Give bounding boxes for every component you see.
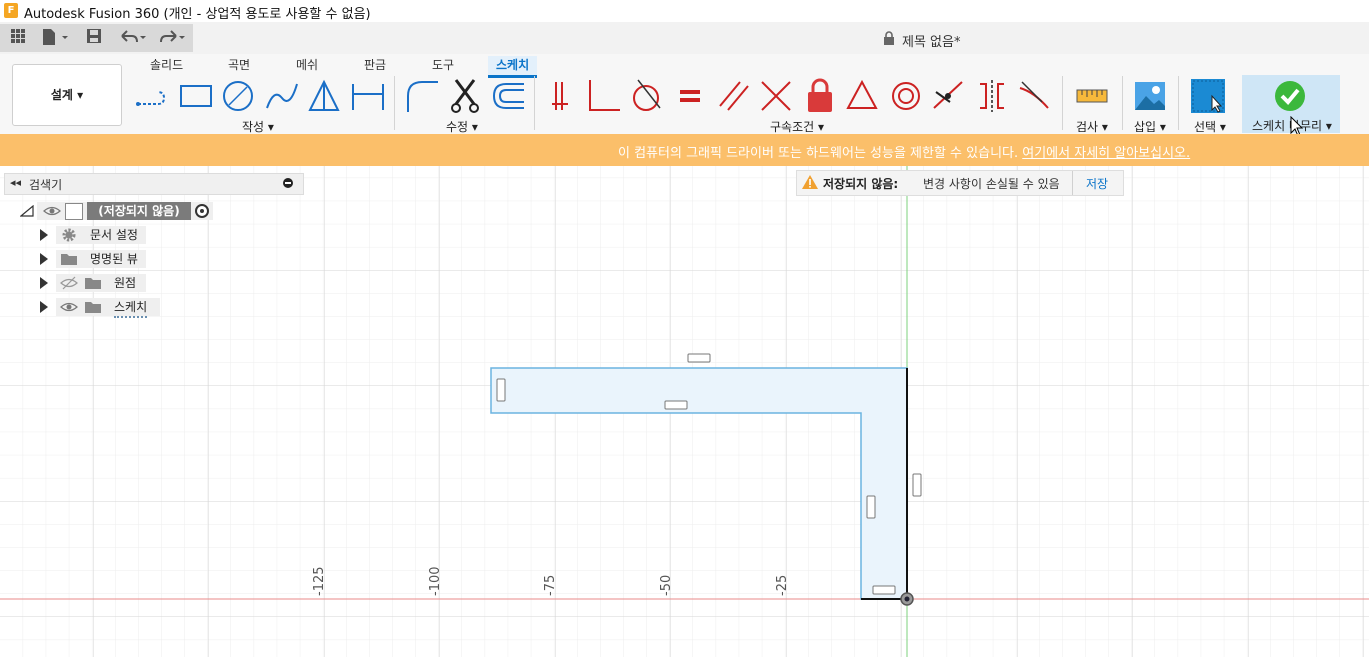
eye-hidden-icon[interactable] xyxy=(60,276,78,295)
node-label: 명명된 뷰 xyxy=(90,252,138,266)
browser-title: 검색기 xyxy=(29,178,63,192)
trim-scissors-icon[interactable] xyxy=(448,78,484,114)
collinear-icon[interactable] xyxy=(758,78,794,114)
collapse-panel-icon[interactable]: ◂◂ xyxy=(10,176,21,189)
rectangle-icon[interactable] xyxy=(178,78,214,114)
tab-sketch[interactable]: 스케치 xyxy=(488,56,538,78)
app-icon: F xyxy=(4,3,18,18)
eye-icon[interactable] xyxy=(43,204,61,223)
quick-access-bar: 제목 없음* xyxy=(0,22,1369,54)
workspace-dropdown[interactable]: 설계 ▾ xyxy=(12,64,122,126)
separator xyxy=(394,76,395,130)
redo-icon[interactable] xyxy=(156,28,190,48)
triangle-constraint-icon[interactable] xyxy=(844,78,880,114)
folder-icon xyxy=(84,276,102,295)
unsaved-notice: 저장되지 않음: 변경 사항이 손실될 수 있음 저장 xyxy=(796,170,1124,196)
group-constraints[interactable]: 구속조건 ▾ xyxy=(770,118,824,135)
group-modify[interactable]: 수정 ▾ xyxy=(446,118,478,135)
save-link[interactable]: 저장 xyxy=(1086,175,1108,192)
equal-icon[interactable] xyxy=(672,78,708,114)
fillet-icon[interactable] xyxy=(404,78,440,114)
node-label: 문서 설정 xyxy=(90,228,138,242)
midpoint-icon[interactable] xyxy=(930,78,966,114)
axis-tick-label: -125 xyxy=(312,566,327,596)
window-title: Autodesk Fusion 360 (개인 - 상업적 용도로 사용할 수 … xyxy=(24,7,371,22)
node-label: 원점 xyxy=(114,276,137,290)
tab-tools[interactable]: 도구 xyxy=(432,56,454,73)
separator xyxy=(534,76,535,130)
insert-image-icon[interactable] xyxy=(1132,78,1168,114)
expand-arrow-icon[interactable] xyxy=(40,277,48,289)
line-icon[interactable] xyxy=(134,78,170,114)
sketch-canvas[interactable]: -125 -100 -75 -50 -25 xyxy=(0,166,1369,657)
select-icon[interactable] xyxy=(1190,78,1226,114)
separator xyxy=(1122,76,1123,130)
coincident-icon[interactable] xyxy=(546,78,582,114)
circle-icon[interactable] xyxy=(220,78,256,114)
tab-sheet-metal[interactable]: 판금 xyxy=(364,56,386,73)
fix-lock-icon[interactable] xyxy=(802,78,838,114)
offset-icon[interactable] xyxy=(490,78,526,114)
warning-icon xyxy=(801,174,819,193)
group-select[interactable]: 선택 ▾ xyxy=(1194,118,1226,135)
folder-icon xyxy=(84,300,102,319)
axis-tick-label: -100 xyxy=(428,566,443,596)
symmetry-icon[interactable] xyxy=(974,78,1010,114)
browser-panel-header: ◂◂ 검색기 xyxy=(4,173,304,195)
unsaved-message: 변경 사항이 손실될 수 있음 xyxy=(923,177,1060,191)
folder-icon xyxy=(60,252,78,271)
checkmark-icon xyxy=(1274,80,1306,115)
group-insert[interactable]: 삽입 ▾ xyxy=(1134,118,1166,135)
expand-arrow-icon[interactable] xyxy=(40,301,48,313)
separator xyxy=(1178,76,1179,130)
tangent-icon[interactable] xyxy=(628,78,664,114)
document-title: 제목 없음* xyxy=(902,35,961,50)
tab-solid[interactable]: 솔리드 xyxy=(150,56,183,73)
spline-icon[interactable] xyxy=(264,78,300,114)
expand-root-icon[interactable] xyxy=(19,204,34,220)
undo-icon[interactable] xyxy=(116,28,150,48)
warning-banner: 이 컴퓨터의 그래픽 드라이버 또는 하드웨어는 성능을 제한할 수 있습니다.… xyxy=(0,134,1369,166)
title-bar: F Autodesk Fusion 360 (개인 - 상업적 용도로 사용할 … xyxy=(0,0,1369,23)
file-icon[interactable] xyxy=(38,28,72,48)
axis-tick-label: -50 xyxy=(659,574,674,596)
tab-mesh[interactable]: 메쉬 xyxy=(296,56,318,73)
browser-node-named-views[interactable]: 명명된 뷰 xyxy=(56,250,146,268)
concentric-icon[interactable] xyxy=(888,78,924,114)
banner-link[interactable]: 여기에서 자세히 알아보십시오. xyxy=(1022,146,1190,161)
activate-radio-icon[interactable] xyxy=(195,204,209,218)
group-inspect[interactable]: 검사 ▾ xyxy=(1076,118,1108,135)
banner-text: 이 컴퓨터의 그래픽 드라이버 또는 하드웨어는 성능을 제한할 수 있습니다. xyxy=(618,146,1019,161)
expand-arrow-icon[interactable] xyxy=(40,253,48,265)
eye-icon[interactable] xyxy=(60,300,78,319)
browser-root-node[interactable]: (저장되지 않음) xyxy=(37,202,213,220)
browser-node-document-settings[interactable]: 문서 설정 xyxy=(56,226,146,244)
group-create[interactable]: 작성 ▾ xyxy=(242,118,274,135)
axis-tick-label: -25 xyxy=(775,574,790,596)
triangle-icon[interactable] xyxy=(306,78,342,114)
browser-node-origin[interactable]: 원점 xyxy=(56,274,146,292)
lock-icon xyxy=(882,31,896,49)
gear-icon xyxy=(60,226,78,249)
axis-tick-label: -75 xyxy=(543,574,558,596)
parallel-icon[interactable] xyxy=(716,78,752,114)
root-label: (저장되지 않음) xyxy=(87,202,191,220)
tab-surface[interactable]: 곡면 xyxy=(228,56,250,73)
curvature-icon[interactable] xyxy=(1016,78,1052,114)
document-icon xyxy=(65,203,83,220)
ribbon: 솔리드 곡면 메쉬 판금 도구 스케치 설계 ▾ 작성 ▾ 수정 ▾ 구속조건 … xyxy=(0,54,1369,137)
separator xyxy=(1062,76,1063,130)
grid-icon[interactable] xyxy=(8,28,28,48)
separator xyxy=(1072,171,1073,195)
dimension-icon[interactable] xyxy=(350,78,386,114)
expand-arrow-icon[interactable] xyxy=(40,229,48,241)
node-label: 스케치 xyxy=(114,298,148,318)
perpendicular-icon[interactable] xyxy=(586,78,622,114)
measure-icon[interactable] xyxy=(1074,78,1110,114)
unsaved-title: 저장되지 않음: xyxy=(823,177,899,191)
save-icon[interactable] xyxy=(84,28,104,48)
minimize-panel-icon[interactable] xyxy=(283,178,293,188)
browser-node-sketches[interactable]: 스케치 xyxy=(56,298,160,319)
banner-message: 이 컴퓨터의 그래픽 드라이버 또는 하드웨어는 성능을 제한할 수 있습니다.… xyxy=(618,142,1190,161)
